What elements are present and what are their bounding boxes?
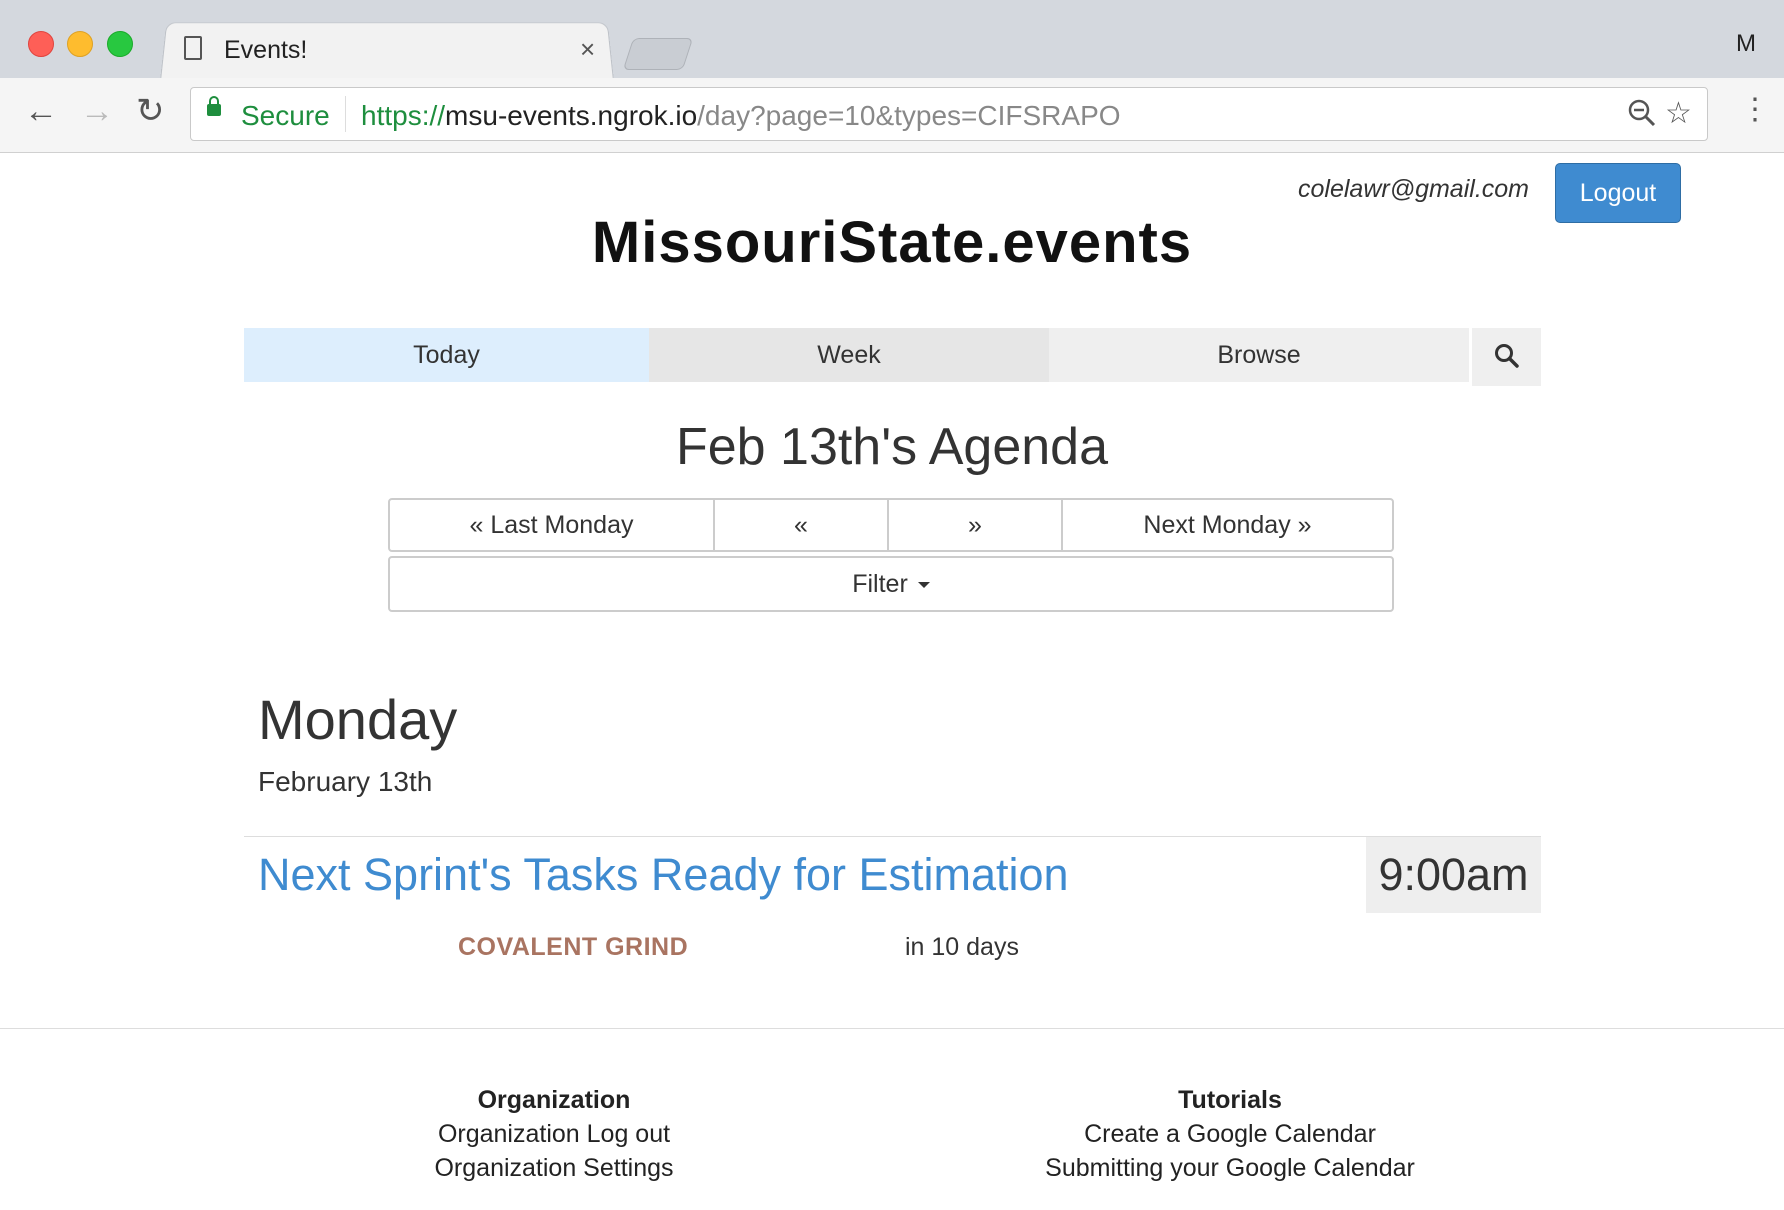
forward-icon[interactable]: → (80, 94, 114, 128)
footer-heading-organization: Organization (477, 1086, 631, 1114)
page-title: Feb 13th's Agenda (675, 418, 1109, 476)
url-scheme: https:// (361, 100, 446, 131)
next-day-button[interactable]: » (887, 498, 1063, 552)
footer-divider (0, 1028, 1784, 1029)
page-content: colelawr@gmail.com Logout MissouriState.… (0, 153, 1784, 1210)
url-text[interactable]: https://msu-events.ngrok.io/day?page=10&… (361, 100, 1121, 132)
bookmark-star-icon[interactable]: ☆ (1665, 96, 1692, 131)
user-email: colelawr@gmail.com (1298, 175, 1529, 203)
reload-icon[interactable]: ↻ (136, 94, 165, 128)
document-icon (184, 36, 202, 60)
footer-link-submit-calendar[interactable]: Submitting your Google Calendar (1005, 1151, 1455, 1185)
last-monday-button[interactable]: « Last Monday (388, 498, 715, 552)
address-divider (345, 96, 346, 132)
zoom-window-button[interactable] (107, 31, 133, 57)
event-organization[interactable]: COVALENT GRIND (458, 933, 688, 962)
footer-link-org-settings[interactable]: Organization Settings (354, 1151, 754, 1185)
site-logo[interactable]: MissouriState.events (0, 209, 1784, 276)
event-title-link[interactable]: Next Sprint's Tasks Ready for Estimation (258, 849, 1069, 901)
new-tab-button[interactable] (622, 38, 694, 70)
nav-week[interactable]: Week (649, 328, 1049, 382)
nav-today[interactable]: Today (244, 328, 649, 382)
zoom-out-icon[interactable] (1627, 98, 1657, 135)
previous-day-button[interactable]: « (713, 498, 889, 552)
browser-toolbar: ← → ↻ Secure https://msu-events.ngrok.io… (0, 78, 1784, 153)
footer-link-create-calendar[interactable]: Create a Google Calendar (1005, 1117, 1455, 1151)
date-pager: « Last Monday « » Next Monday » (388, 498, 1394, 554)
profile-button[interactable]: M (1736, 30, 1756, 58)
secure-label: Secure (241, 100, 330, 131)
back-icon[interactable]: ← (24, 94, 58, 128)
browser-menu-icon[interactable]: ⋮ (1740, 92, 1770, 127)
tab-strip: Events! × M (0, 0, 1784, 81)
day-date: February 13th (258, 766, 433, 797)
close-window-button[interactable] (28, 31, 54, 57)
address-bar[interactable]: Secure https://msu-events.ngrok.io/day?p… (190, 87, 1708, 141)
minimize-window-button[interactable] (67, 31, 93, 57)
url-path: /day?page=10&types=CIFSRAPO (697, 100, 1121, 131)
footer-tutorials: Tutorials Create a Google Calendar Submi… (1005, 1083, 1455, 1185)
tab-close-icon[interactable]: × (580, 34, 595, 65)
tab-title: Events! (224, 36, 308, 64)
caret-down-icon (917, 582, 930, 589)
search-icon (1494, 344, 1519, 369)
filter-label: Filter (852, 570, 908, 598)
browser-tab-content: Events! × (184, 28, 604, 72)
main-nav: Today Week Browse (244, 328, 1541, 386)
event-time: 9:00am (1366, 837, 1541, 913)
lock-icon (207, 96, 221, 116)
url-host: msu-events.ngrok.io (445, 100, 698, 131)
nav-browse[interactable]: Browse (1049, 328, 1469, 382)
filter-dropdown[interactable]: Filter (388, 556, 1394, 612)
next-monday-button[interactable]: Next Monday » (1061, 498, 1394, 552)
browser-window: Events! × M ← → ↻ Secure https://msu-eve… (0, 0, 1784, 1210)
footer-link-org-logout[interactable]: Organization Log out (354, 1117, 754, 1151)
day-heading: Monday (258, 688, 458, 751)
footer-organization: Organization Organization Log out Organi… (354, 1083, 754, 1185)
event-divider (244, 836, 1541, 837)
search-button[interactable] (1472, 328, 1541, 386)
footer-heading-tutorials: Tutorials (1178, 1086, 1282, 1114)
event-relative-time: in 10 days (905, 933, 1019, 961)
